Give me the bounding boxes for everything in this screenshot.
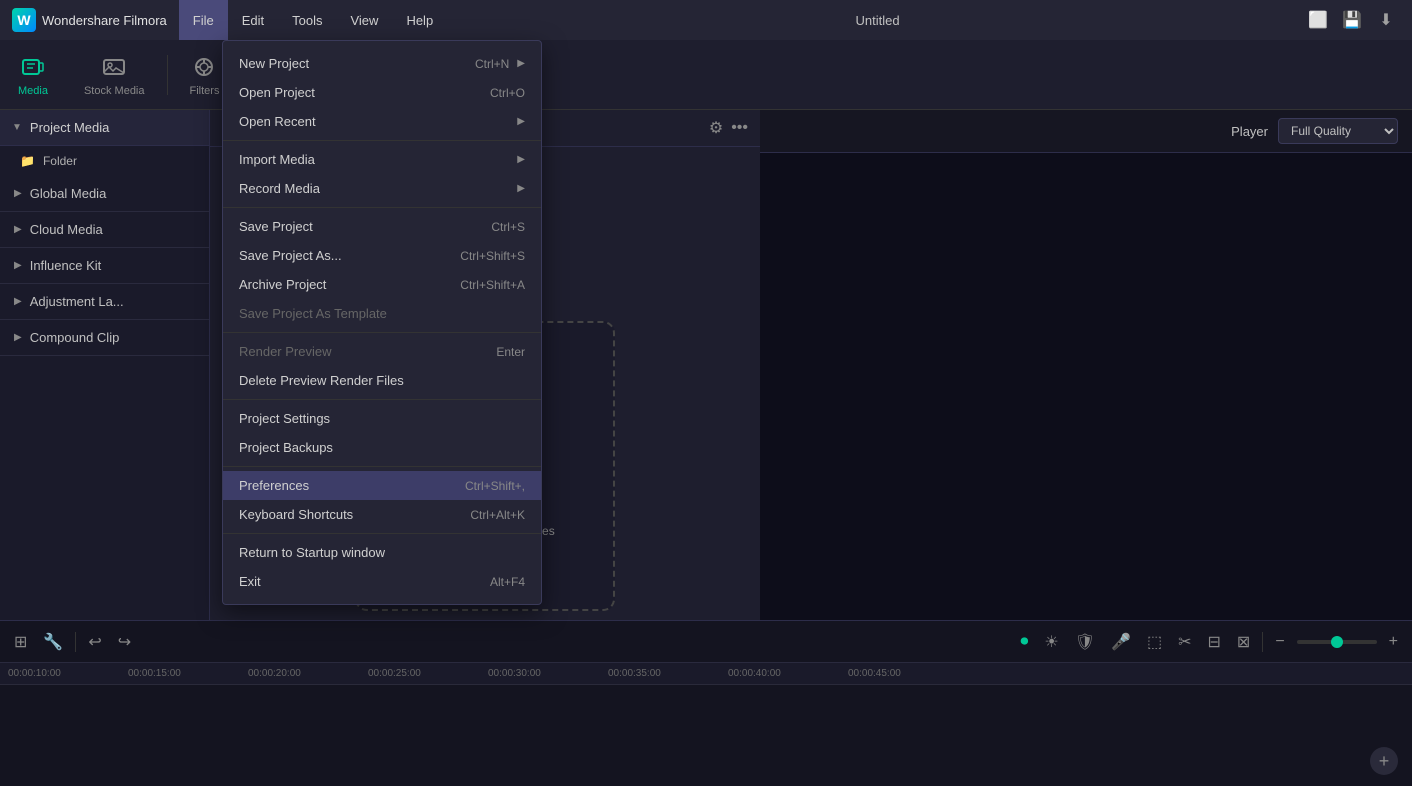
app-logo-icon: W [12,8,36,32]
title-bar: W Wondershare Filmora File Edit Tools Vi… [0,0,1412,40]
menu-render-preview: Render Preview Enter [223,337,541,366]
menu-return-startup[interactable]: Return to Startup window [223,538,541,567]
new-project-sub-arrow: ▶ [517,58,525,69]
menu-section-save: Save Project Ctrl+S Save Project As... C… [223,208,541,333]
new-project-shortcut: Ctrl+N [475,57,509,71]
save-icon[interactable]: 💾 [1342,10,1362,30]
window-title: Untitled [447,13,1308,28]
menu-preferences[interactable]: Preferences Ctrl+Shift+, [223,471,541,500]
app-name: Wondershare Filmora [42,13,167,28]
save-project-as-shortcut: Ctrl+Shift+S [460,249,525,263]
menu-section-preferences: Preferences Ctrl+Shift+, Keyboard Shortc… [223,467,541,534]
render-preview-shortcut: Enter [496,345,525,359]
open-recent-sub-arrow: ▶ [517,116,525,127]
menu-keyboard-shortcuts[interactable]: Keyboard Shortcuts Ctrl+Alt+K [223,500,541,529]
menu-help[interactable]: Help [392,0,447,40]
menu-tools[interactable]: Tools [278,0,336,40]
menu-save-project[interactable]: Save Project Ctrl+S [223,212,541,241]
menu-section-exit: Return to Startup window Exit Alt+F4 [223,534,541,600]
menu-exit[interactable]: Exit Alt+F4 [223,567,541,596]
save-project-shortcut: Ctrl+S [491,220,525,234]
dropdown-overlay[interactable]: New Project Ctrl+N ▶ Open Project Ctrl+O… [0,40,1412,785]
menu-project-settings[interactable]: Project Settings [223,404,541,433]
keyboard-shortcuts-shortcut: Ctrl+Alt+K [470,508,525,522]
menu-open-project[interactable]: Open Project Ctrl+O [223,78,541,107]
menu-view[interactable]: View [336,0,392,40]
preferences-shortcut: Ctrl+Shift+, [465,479,525,493]
title-bar-right: ⬜ 💾 ⬇ [1308,10,1412,30]
menu-archive-project[interactable]: Archive Project Ctrl+Shift+A [223,270,541,299]
menu-project-backups[interactable]: Project Backups [223,433,541,462]
app-logo: W Wondershare Filmora [0,8,179,32]
menu-bar: File Edit Tools View Help [179,0,447,40]
archive-project-shortcut: Ctrl+Shift+A [460,278,525,292]
record-media-sub-arrow: ▶ [517,183,525,194]
menu-save-project-as[interactable]: Save Project As... Ctrl+Shift+S [223,241,541,270]
download-icon[interactable]: ⬇ [1376,10,1396,30]
menu-save-as-template: Save Project As Template [223,299,541,328]
menu-record-media[interactable]: Record Media ▶ [223,174,541,203]
file-menu-dropdown: New Project Ctrl+N ▶ Open Project Ctrl+O… [222,40,542,605]
open-project-shortcut: Ctrl+O [490,86,525,100]
menu-section-new-open: New Project Ctrl+N ▶ Open Project Ctrl+O… [223,45,541,141]
menu-new-project[interactable]: New Project Ctrl+N ▶ [223,49,541,78]
menu-section-import-record: Import Media ▶ Record Media ▶ [223,141,541,208]
menu-edit[interactable]: Edit [228,0,278,40]
import-media-sub-arrow: ▶ [517,154,525,165]
exit-shortcut: Alt+F4 [490,575,525,589]
menu-section-render: Render Preview Enter Delete Preview Rend… [223,333,541,400]
monitor-icon[interactable]: ⬜ [1308,10,1328,30]
menu-open-recent[interactable]: Open Recent ▶ [223,107,541,136]
menu-delete-preview[interactable]: Delete Preview Render Files [223,366,541,395]
menu-file[interactable]: File [179,0,228,40]
menu-import-media[interactable]: Import Media ▶ [223,145,541,174]
menu-section-project: Project Settings Project Backups [223,400,541,467]
